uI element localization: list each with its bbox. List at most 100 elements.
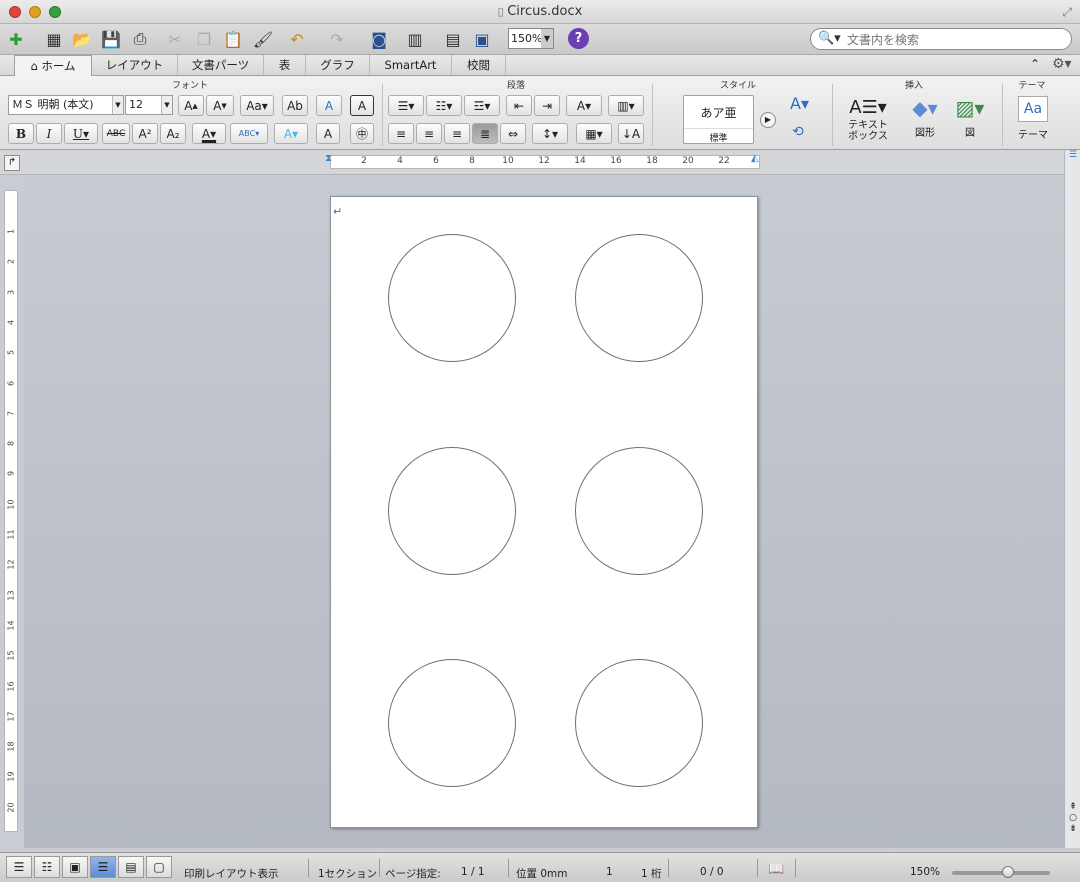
increase-indent-icon[interactable]: ⇥	[534, 95, 560, 116]
sidebar-icon[interactable]: ▥	[403, 27, 427, 51]
undo-icon[interactable]: ↶	[285, 27, 309, 51]
redo-icon[interactable]: ↷	[325, 27, 349, 51]
font-color-icon[interactable]: A▾	[192, 123, 226, 144]
bold-button[interactable]: B	[8, 123, 34, 144]
search-input[interactable]	[847, 32, 1057, 47]
circle-shape[interactable]	[388, 447, 516, 575]
decrease-indent-icon[interactable]: ⇤	[506, 95, 532, 116]
document-page[interactable]: ↵	[330, 196, 758, 828]
tab-table[interactable]: 表	[264, 55, 306, 75]
zoom-slider-thumb[interactable]	[1002, 866, 1014, 878]
indent-marker-icon[interactable]: ⧗	[325, 153, 332, 164]
circle-shape[interactable]	[575, 447, 703, 575]
format-painter-icon[interactable]: 🖌	[251, 27, 275, 51]
circle-shape[interactable]	[575, 234, 703, 362]
copy-icon[interactable]: ❐	[192, 27, 216, 51]
zoom-slider[interactable]	[952, 871, 1050, 875]
multilevel-list-icon[interactable]: ☲▾	[464, 95, 500, 116]
print-icon[interactable]: ⎙	[128, 27, 152, 51]
tab-home[interactable]: ⌂ ホーム	[14, 55, 92, 76]
shrink-font-icon[interactable]: A ▼	[206, 95, 234, 116]
ruler-number: 22	[718, 156, 730, 166]
horizontal-ruler[interactable]: 2 4 6 8 10 12 14 16 18 20 22	[330, 155, 760, 169]
page-nav-icon[interactable]: ⇞ ○ ⇟	[1066, 802, 1080, 835]
align-right-icon[interactable]: ≡	[444, 123, 470, 144]
tab-smartart[interactable]: SmartArt	[370, 55, 452, 75]
zoom-select[interactable]: 150% ▼	[508, 28, 554, 49]
strikethrough-button[interactable]: ABC	[102, 123, 130, 144]
font-size-select[interactable]: 12 ▼	[125, 95, 173, 115]
bullets-icon[interactable]: ☰▾	[388, 95, 424, 116]
clear-formatting-icon[interactable]: Ab	[282, 95, 308, 116]
draft-view-icon[interactable]: ☰	[6, 856, 32, 878]
line-spacing-icon[interactable]: ↕▾	[532, 123, 568, 144]
text-direction-icon[interactable]: A▾	[566, 95, 602, 116]
new-doc-icon[interactable]: ✚	[4, 27, 28, 51]
focus-view-icon[interactable]: ▢	[146, 856, 172, 878]
gallery-icon[interactable]: ▤	[441, 27, 465, 51]
paragraph-mark: ↵	[333, 205, 343, 218]
character-shading-icon[interactable]: A	[316, 123, 340, 144]
notebook-view-icon[interactable]: ▤	[118, 856, 144, 878]
enclosed-character-icon[interactable]: ㊥	[350, 123, 374, 144]
tab-selector-icon[interactable]: ↱	[4, 155, 20, 171]
distributed-icon[interactable]: ⇔	[500, 123, 526, 144]
tab-document-parts[interactable]: 文書パーツ	[178, 55, 264, 75]
outline-view-icon[interactable]: ☷	[34, 856, 60, 878]
justify-icon[interactable]: ≣	[472, 123, 498, 144]
grow-font-icon[interactable]: A ▲	[178, 95, 204, 116]
vertical-ruler[interactable]: 1 2 3 4 5 6 7 8 9 10 11 12 13 14 15 16 17 18 19 20	[4, 190, 18, 832]
search-field[interactable]: 🔍▾	[810, 28, 1072, 50]
paste-icon[interactable]: 📋	[221, 27, 245, 51]
toolbox-icon[interactable]: ◙	[367, 27, 391, 51]
align-center-icon[interactable]: ≡	[416, 123, 442, 144]
columns-icon[interactable]: ▥▾	[608, 95, 644, 116]
manage-styles-icon[interactable]: A▾	[790, 94, 809, 113]
style-gallery-next-icon[interactable]: ▶	[760, 112, 776, 128]
help-icon[interactable]: ?	[568, 28, 589, 49]
circle-shape[interactable]	[388, 659, 516, 787]
publishing-view-icon[interactable]: ▣	[62, 856, 88, 878]
tab-chart[interactable]: グラフ	[306, 55, 370, 75]
textbox-button[interactable]: A☰▾ テキスト ボックス	[842, 96, 894, 142]
title-bar: ▯ Circus.docx ⤢	[0, 0, 1080, 24]
gear-icon[interactable]: ⚙▾	[1052, 56, 1072, 72]
open-icon[interactable]: 📂	[70, 27, 94, 51]
cut-icon[interactable]: ✂	[163, 27, 187, 51]
underline-button[interactable]: U▾	[64, 123, 98, 144]
word-count: 0 / 0	[700, 866, 724, 878]
theme-button[interactable]: Aa テーマ	[1008, 96, 1058, 141]
spelling-check-icon[interactable]: 📖	[768, 862, 784, 877]
character-border-icon[interactable]: A	[350, 95, 374, 116]
save-icon[interactable]: 💾	[99, 27, 123, 51]
style-refresh-icon[interactable]: ⟲	[792, 124, 804, 140]
picture-button[interactable]: ▨▾ 図	[948, 96, 992, 139]
templates-icon[interactable]: ▦	[42, 27, 66, 51]
numbering-icon[interactable]: ☷▾	[426, 95, 462, 116]
media-icon[interactable]: ▣	[470, 27, 494, 51]
italic-button[interactable]: I	[36, 123, 62, 144]
phonetic-guide-icon[interactable]: A	[316, 95, 342, 116]
superscript-icon[interactable]: A²	[132, 123, 158, 144]
print-layout-view-icon[interactable]: ☰	[90, 856, 116, 878]
tab-layout[interactable]: レイアウト	[92, 55, 178, 75]
collapse-ribbon-icon[interactable]: ⌃	[1030, 57, 1040, 71]
circle-shape[interactable]	[388, 234, 516, 362]
split-view-icon[interactable]: ☰	[1066, 150, 1080, 164]
vertical-scrollbar[interactable]: ☰ ⇞ ○ ⇟	[1064, 150, 1080, 848]
circle-shape[interactable]	[575, 659, 703, 787]
sort-icon[interactable]: ↓A	[618, 123, 644, 144]
borders-icon[interactable]: ▦▾	[576, 123, 612, 144]
subscript-icon[interactable]: A₂	[160, 123, 186, 144]
shapes-button[interactable]: ◆▾ 図形	[904, 96, 946, 139]
ruler-number: 13	[6, 590, 16, 601]
tab-review[interactable]: 校閲	[452, 55, 506, 75]
right-indent-marker-icon[interactable]: ◭	[751, 153, 759, 164]
align-left-icon[interactable]: ≡	[388, 123, 414, 144]
fullscreen-icon[interactable]: ⤢	[1062, 5, 1072, 20]
font-name-select[interactable]: ＭＳ 明朝 (本文) ▼	[8, 95, 124, 115]
highlight-icon[interactable]: ABC▾	[230, 123, 268, 144]
change-case-icon[interactable]: Aa▾	[240, 95, 274, 116]
style-gallery-normal[interactable]: あア亜 標準	[683, 95, 754, 144]
text-effects-icon[interactable]: A▾	[274, 123, 308, 144]
